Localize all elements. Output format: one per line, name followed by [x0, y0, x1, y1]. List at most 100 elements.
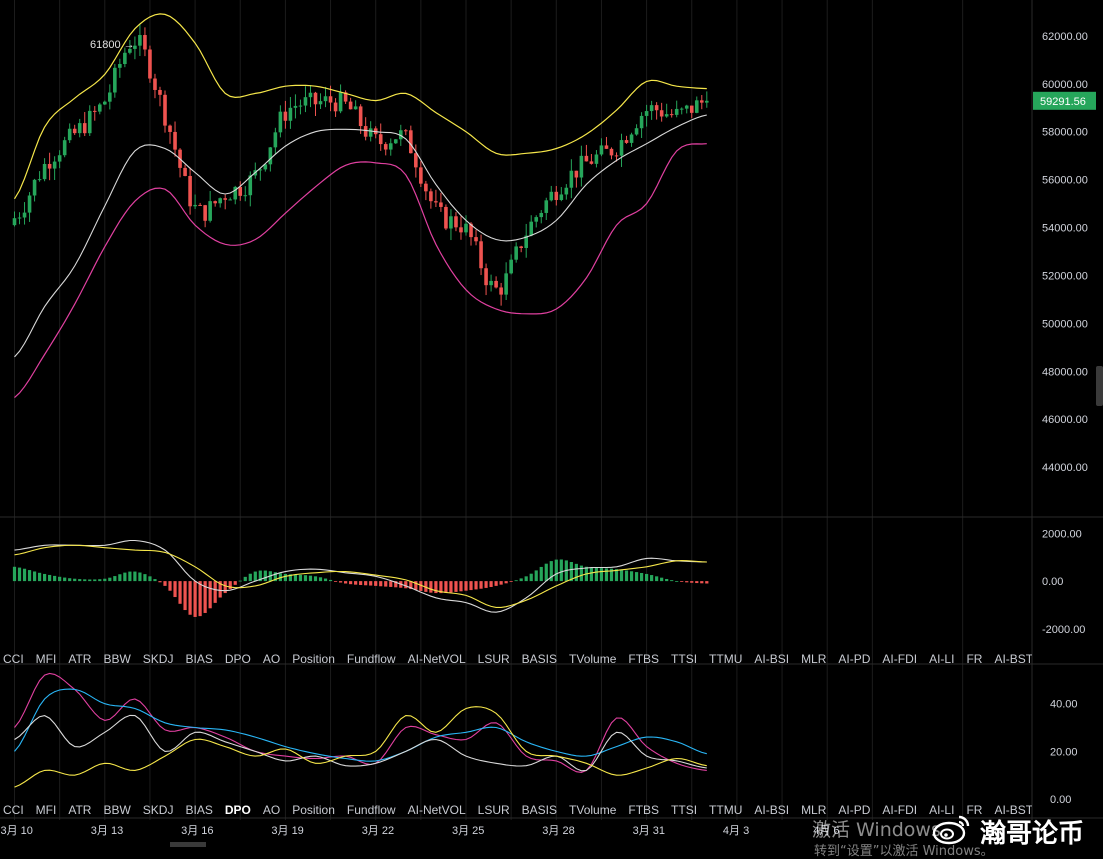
- candle: [429, 188, 433, 209]
- indicator-tab-position[interactable]: Position: [292, 803, 335, 817]
- date-axis-tick: 3月 28: [542, 825, 574, 837]
- candle: [318, 93, 323, 109]
- macd-bar: [379, 581, 383, 587]
- candle: [388, 138, 393, 156]
- indicator-tab-basis[interactable]: BASIS: [522, 652, 557, 666]
- candle: [464, 215, 468, 236]
- indicator-tab-lsur[interactable]: LSUR: [478, 652, 510, 666]
- date-axis-tick: 3月 16: [181, 825, 213, 837]
- macd-bar: [63, 577, 67, 582]
- indicator-tab-lsur[interactable]: LSUR: [478, 803, 510, 817]
- macd-bar: [359, 581, 363, 585]
- macd-bar: [599, 568, 604, 582]
- indicator-tab-ai-netvol[interactable]: AI-NetVOL: [408, 803, 466, 817]
- candle: [689, 105, 694, 119]
- candle: [228, 197, 233, 201]
- indicator-tab-dpo[interactable]: DPO: [225, 652, 251, 666]
- candle: [298, 99, 303, 115]
- indicator-tab-tvolume[interactable]: TVolume: [569, 652, 616, 666]
- macd-bar: [12, 566, 17, 582]
- indicator-tab-bias[interactable]: BIAS: [185, 652, 212, 666]
- indicator-tab-ai-pd[interactable]: AI-PD: [838, 652, 870, 666]
- indicator-tab-position[interactable]: Position: [292, 652, 335, 666]
- macd-bar: [539, 566, 543, 582]
- indicator-tab-ttmu[interactable]: TTMU: [709, 652, 742, 666]
- last-price-value: 59291.56: [1040, 96, 1086, 108]
- candle: [208, 191, 212, 223]
- macd-bar: [103, 578, 107, 582]
- indicator-tab-mlr[interactable]: MLR: [801, 652, 826, 666]
- indicator-tab-tvolume[interactable]: TVolume: [569, 803, 616, 817]
- macd-bar: [484, 581, 488, 588]
- macd-bar: [670, 580, 674, 582]
- macd-bar: [354, 581, 358, 585]
- macd-axis-tick: 0.00: [1042, 576, 1063, 588]
- macd-bar: [93, 579, 97, 582]
- price-axis-tick: 56000.00: [1042, 175, 1088, 187]
- indicator-tab-ttsi[interactable]: TTSI: [671, 652, 697, 666]
- macd-bar: [68, 578, 72, 582]
- macd-bar: [384, 581, 388, 587]
- indicator-tab-cci[interactable]: CCI: [3, 652, 24, 666]
- date-axis-tick: 3月 19: [271, 825, 303, 837]
- indicator-tab-atr[interactable]: ATR: [68, 803, 91, 817]
- macd-bar: [690, 581, 694, 583]
- indicator-tab-ai-bsi[interactable]: AI-BSI: [754, 652, 789, 666]
- indicator-tab-ftbs[interactable]: FTBS: [628, 652, 659, 666]
- indicator-tab-ttsi[interactable]: TTSI: [671, 803, 697, 817]
- price-scale-handle[interactable]: [1096, 366, 1103, 406]
- macd-bar: [313, 576, 318, 582]
- candle: [42, 158, 47, 182]
- indicator-tab-ai-fdi[interactable]: AI-FDI: [882, 652, 917, 666]
- candle: [333, 98, 338, 117]
- indicator-tab-ttmu[interactable]: TTMU: [709, 803, 742, 817]
- macd-bar: [374, 581, 378, 586]
- indicator-tab-bbw[interactable]: BBW: [103, 803, 130, 817]
- indicator-tab-ai-bsi[interactable]: AI-BSI: [754, 803, 789, 817]
- indicator-tab-ao[interactable]: AO: [263, 803, 280, 817]
- indicator-tab-ai-netvol[interactable]: AI-NetVOL: [408, 652, 466, 666]
- indicator-tab-fr[interactable]: FR: [966, 652, 982, 666]
- macd-bar: [73, 578, 77, 582]
- macd-bar: [27, 570, 32, 582]
- candle: [178, 148, 182, 178]
- price-axis-tick: 54000.00: [1042, 223, 1088, 235]
- candle: [378, 123, 383, 151]
- indicator-tab-ai-li[interactable]: AI-LI: [929, 652, 954, 666]
- candle: [444, 204, 448, 231]
- indicator-tab-skdj[interactable]: SKDJ: [143, 803, 174, 817]
- indicator-tab-skdj[interactable]: SKDJ: [143, 652, 174, 666]
- candle: [579, 145, 584, 187]
- indicator-tab-fundflow[interactable]: Fundflow: [347, 803, 396, 817]
- indicator-tab-cci[interactable]: CCI: [3, 803, 24, 817]
- candle: [639, 112, 644, 138]
- date-axis-tick: 4月 3: [723, 825, 749, 837]
- indicator-tab-fundflow[interactable]: Fundflow: [347, 652, 396, 666]
- macd-bar: [148, 576, 152, 582]
- time-scroll-handle[interactable]: [170, 842, 206, 847]
- price-axis-tick: 58000.00: [1042, 127, 1088, 139]
- indicator-tab-mfi[interactable]: MFI: [36, 803, 57, 817]
- candle: [519, 245, 523, 253]
- macd-bar: [639, 572, 644, 582]
- candle: [158, 86, 162, 107]
- candle: [343, 90, 348, 104]
- indicator-tab-ftbs[interactable]: FTBS: [628, 803, 659, 817]
- macd-bar: [37, 572, 42, 582]
- indicator-tab-bbw[interactable]: BBW: [103, 652, 130, 666]
- macd-bar: [118, 574, 122, 582]
- indicator-tab-dpo[interactable]: DPO: [225, 803, 251, 817]
- indicator-tab-basis[interactable]: BASIS: [522, 803, 557, 817]
- macd-bar: [494, 581, 498, 586]
- indicator-tab-bias[interactable]: BIAS: [185, 803, 212, 817]
- macd-bar: [328, 579, 333, 582]
- candle: [404, 129, 408, 136]
- macd-bar: [138, 572, 142, 582]
- indicator-tab-ao[interactable]: AO: [263, 652, 280, 666]
- macd-histogram: [12, 559, 709, 617]
- indicator-tab-mfi[interactable]: MFI: [36, 652, 57, 666]
- price-axis-tick: 50000.00: [1042, 318, 1088, 330]
- indicator-tab-atr[interactable]: ATR: [68, 652, 91, 666]
- candle: [393, 138, 398, 144]
- indicator-tab-ai-bst[interactable]: AI-BST: [994, 652, 1032, 666]
